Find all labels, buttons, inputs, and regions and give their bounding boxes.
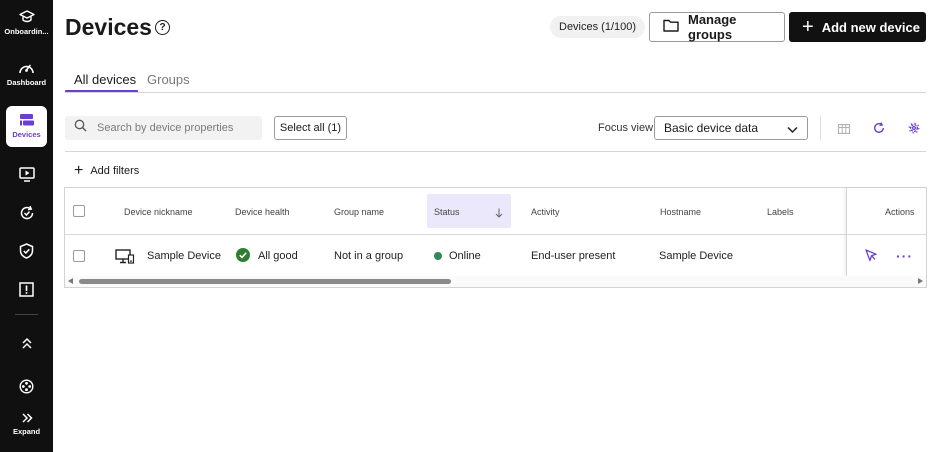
remote-control-cursor-icon[interactable] <box>865 249 877 267</box>
device-health-cell: All good <box>258 250 298 262</box>
column-header-group[interactable]: Group name <box>334 207 384 217</box>
check-circle-icon <box>236 248 250 267</box>
sync-check-icon <box>19 205 35 221</box>
add-new-device-button[interactable]: + Add new device <box>789 12 926 42</box>
actions-column: Actions ··· <box>846 188 926 276</box>
speedometer-icon <box>18 61 35 75</box>
device-count-badge: Devices (1/100) <box>550 16 646 38</box>
search-input[interactable] <box>95 121 255 135</box>
page-title: Devices <box>65 14 152 40</box>
column-header-nickname[interactable]: Device nickname <box>124 207 193 217</box>
chevrons-up-icon <box>21 337 33 350</box>
film-reel-icon <box>19 379 34 394</box>
search-box[interactable] <box>65 116 262 140</box>
column-header-actions: Actions <box>885 207 915 217</box>
row-checkbox[interactable] <box>73 250 85 262</box>
search-icon <box>74 119 87 137</box>
columns-icon[interactable] <box>838 121 850 139</box>
column-header-health[interactable]: Device health <box>235 207 290 217</box>
online-status-dot <box>434 252 442 260</box>
add-new-device-label: Add new device <box>821 19 920 35</box>
activity-cell: End-user present <box>531 250 616 262</box>
manage-groups-button[interactable]: Manage groups <box>649 12 785 42</box>
chevrons-right-icon <box>21 412 33 424</box>
sidebar-item-media[interactable] <box>0 379 53 394</box>
toolbar-divider-line <box>65 151 926 152</box>
plus-icon: + <box>802 16 814 38</box>
sidebar-item-label: Expand <box>12 427 41 436</box>
scroll-left-arrow-icon[interactable] <box>68 278 73 284</box>
desktop-device-icon <box>115 249 135 269</box>
sidebar-collapse-up[interactable] <box>0 337 53 350</box>
shield-check-icon <box>19 243 34 259</box>
status-cell: Online <box>449 250 481 262</box>
device-nickname-cell[interactable]: Sample Device <box>147 250 221 262</box>
header-row-divider <box>65 234 926 235</box>
chevron-down-icon <box>787 123 798 137</box>
sidebar-item-dashboard[interactable]: Dashboard <box>0 61 53 87</box>
refresh-icon[interactable] <box>873 121 885 139</box>
toolbar-divider <box>820 116 821 140</box>
plus-icon: + <box>74 162 84 179</box>
alert-box-icon <box>19 282 34 297</box>
devices-icon <box>19 113 35 127</box>
sort-arrow-down-icon[interactable] <box>495 205 503 223</box>
sidebar-item-devices[interactable]: Devices <box>0 113 53 139</box>
group-name-cell: Not in a group <box>334 250 404 262</box>
select-all-button[interactable]: Select all (1) <box>274 116 347 140</box>
settings-gear-icon[interactable] <box>908 121 920 139</box>
devices-table: Device nickname Device health Group name… <box>64 187 927 288</box>
folder-icon <box>663 19 688 35</box>
help-icon[interactable]: ? <box>155 20 170 35</box>
column-header-status[interactable]: Status <box>434 207 460 217</box>
more-actions-icon[interactable]: ··· <box>896 248 913 264</box>
tab-all-devices[interactable]: All devices <box>74 72 136 87</box>
sidebar-item-security[interactable] <box>0 243 53 259</box>
monitor-play-icon <box>18 167 35 182</box>
add-filters-label: Add filters <box>90 165 140 177</box>
column-header-labels[interactable]: Labels <box>767 207 794 217</box>
tab-groups[interactable]: Groups <box>147 72 190 87</box>
focus-view-value: Basic device data <box>664 121 759 135</box>
select-all-checkbox[interactable] <box>73 205 85 217</box>
sidebar: Onboardin... Dashboard Devices Expand <box>0 0 53 452</box>
column-header-hostname[interactable]: Hostname <box>660 207 701 217</box>
sidebar-item-monitor[interactable] <box>0 167 53 182</box>
sidebar-item-label: Onboardin... <box>4 27 49 36</box>
sidebar-expand[interactable]: Expand <box>0 412 53 436</box>
add-filters-button[interactable]: + Add filters <box>74 163 139 179</box>
focus-view-label: Focus view <box>598 122 654 134</box>
hostname-cell: Sample Device <box>659 250 733 262</box>
tabs-divider <box>65 92 926 93</box>
sidebar-item-onboarding[interactable]: Onboardin... <box>0 10 53 36</box>
sidebar-item-alerts[interactable] <box>0 282 53 297</box>
sidebar-item-label: Devices <box>12 130 41 139</box>
column-header-activity[interactable]: Activity <box>531 207 560 217</box>
graduation-cap-icon <box>18 10 35 24</box>
focus-view-select[interactable]: Basic device data <box>654 116 808 140</box>
sidebar-divider <box>15 314 38 315</box>
sidebar-item-label: Dashboard <box>6 78 47 87</box>
manage-groups-label: Manage groups <box>688 12 737 42</box>
sidebar-item-updates[interactable] <box>0 205 53 221</box>
scroll-right-arrow-icon[interactable] <box>918 278 923 284</box>
scrollbar-thumb[interactable] <box>79 279 451 284</box>
